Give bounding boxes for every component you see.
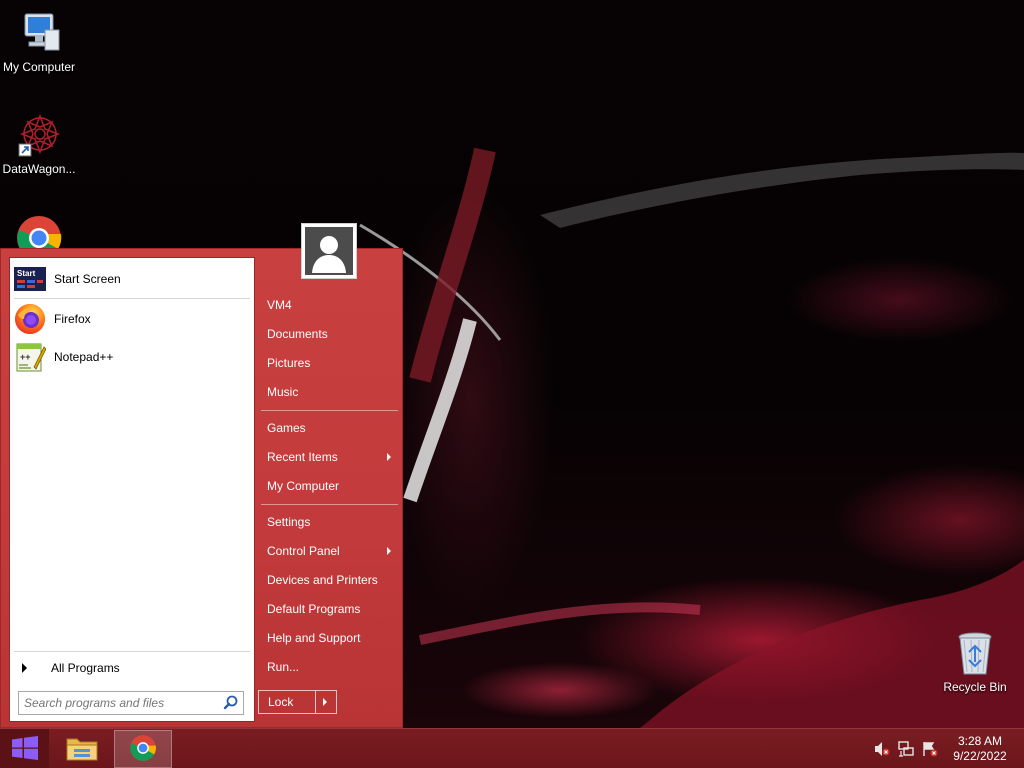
lock-label: Lock: [268, 695, 294, 709]
right-divider: [261, 410, 398, 411]
all-programs-divider: [14, 651, 250, 652]
program-start-screen[interactable]: Start Start Screen: [14, 262, 250, 296]
program-label: Start Screen: [54, 272, 121, 286]
search-programs-input[interactable]: [19, 693, 221, 713]
power-options-button[interactable]: [316, 691, 336, 713]
right-item-label: Recent Items: [267, 450, 338, 464]
search-programs-box: [18, 691, 244, 715]
search-icon[interactable]: [221, 693, 241, 713]
lock-button-group: Lock: [258, 690, 337, 714]
right-item-run[interactable]: Run...: [258, 654, 398, 680]
start-button[interactable]: [0, 729, 49, 768]
right-item-label: Default Programs: [267, 602, 361, 616]
right-item-label: Devices and Printers: [267, 573, 378, 587]
program-label: Firefox: [54, 312, 91, 326]
windows-logo-icon: [11, 735, 39, 763]
submenu-arrow-icon: [387, 453, 391, 461]
right-item-label: Run...: [267, 660, 300, 674]
right-item-recent-items[interactable]: Recent Items: [258, 444, 398, 470]
taskbar-file-explorer[interactable]: [53, 730, 111, 768]
network-icon[interactable]: [898, 741, 914, 757]
right-item-music[interactable]: Music: [258, 379, 398, 405]
start-menu: Start Start Screen Firefox ++ Notepad++ …: [0, 223, 403, 728]
system-clock[interactable]: 3:28 AM 9/22/2022: [945, 734, 1015, 764]
right-item-help-and-support[interactable]: Help and Support: [258, 625, 398, 651]
program-notepad-plus-plus[interactable]: ++ Notepad++: [14, 340, 250, 374]
right-item-label: Pictures: [267, 356, 311, 370]
all-programs-button[interactable]: All Programs: [18, 658, 254, 678]
chevron-right-icon: [323, 698, 327, 706]
right-item-pictures[interactable]: Pictures: [258, 350, 398, 376]
program-label: Notepad++: [54, 350, 114, 364]
taskbar: 3:28 AM 9/22/2022: [0, 728, 1024, 768]
desktop-icon-recycle-bin[interactable]: Recycle Bin: [936, 630, 1014, 694]
right-item-my-computer[interactable]: My Computer: [258, 473, 398, 499]
right-item-label: Settings: [267, 515, 311, 529]
desktop-icon-my-computer[interactable]: My Computer: [0, 10, 78, 74]
desktop-icon-label: Recycle Bin: [943, 680, 1007, 694]
right-item-games[interactable]: Games: [258, 415, 398, 441]
desktop-icon-label: DataWagon...: [2, 162, 76, 176]
svg-text:Start: Start: [17, 269, 36, 278]
computer-icon: [15, 10, 63, 58]
datawagon-shortcut-icon: [15, 112, 63, 160]
desktop-icon-label: My Computer: [2, 60, 76, 74]
firefox-icon: [14, 303, 46, 335]
right-item-label: My Computer: [267, 479, 340, 493]
programs-divider: [14, 298, 250, 299]
desktop-icon-datawagon[interactable]: DataWagon...: [0, 112, 78, 176]
all-programs-label: All Programs: [51, 661, 120, 675]
taskbar-chrome[interactable]: [114, 730, 172, 768]
right-item-label: VM4: [267, 298, 292, 312]
right-item-label: Control Panel: [267, 544, 340, 558]
clock-time: 3:28 AM: [957, 734, 1003, 748]
folder-icon: [65, 733, 99, 766]
right-item-documents[interactable]: Documents: [258, 321, 398, 347]
right-item-control-panel[interactable]: Control Panel: [258, 538, 398, 564]
chrome-icon: [129, 734, 157, 765]
user-account-picture[interactable]: [301, 223, 357, 279]
right-item-label: Help and Support: [267, 631, 361, 645]
right-item-vm4[interactable]: VM4: [258, 292, 398, 318]
action-center-icon[interactable]: [922, 741, 938, 757]
program-firefox[interactable]: Firefox: [14, 302, 250, 336]
start-menu-programs-pane: Start Start Screen Firefox ++ Notepad++ …: [9, 257, 255, 722]
start-screen-icon: Start: [14, 263, 46, 295]
right-item-label: Music: [267, 385, 299, 399]
right-item-devices-and-printers[interactable]: Devices and Printers: [258, 567, 398, 593]
right-item-label: Games: [267, 421, 306, 435]
user-avatar-icon: [305, 227, 353, 275]
recycle-bin-icon: [951, 630, 999, 678]
submenu-arrow-icon: [387, 547, 391, 555]
clock-date: 9/22/2022: [953, 749, 1007, 763]
notepad-plus-plus-icon: ++: [14, 341, 47, 373]
right-item-label: Documents: [267, 327, 328, 341]
right-divider: [261, 504, 398, 505]
right-item-default-programs[interactable]: Default Programs: [258, 596, 398, 622]
right-item-settings[interactable]: Settings: [258, 509, 398, 535]
svg-text:++: ++: [20, 352, 31, 362]
speaker-muted-icon[interactable]: [874, 741, 890, 757]
expand-arrow-icon: [22, 663, 27, 673]
lock-button[interactable]: Lock: [259, 691, 316, 713]
